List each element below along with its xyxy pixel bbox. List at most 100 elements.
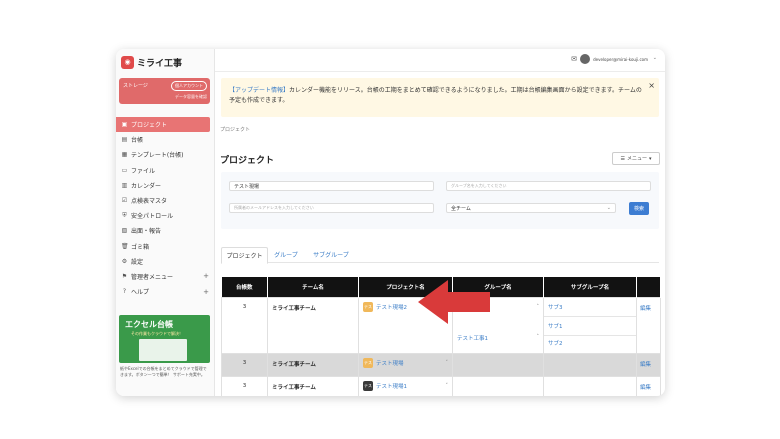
avatar[interactable] <box>580 54 590 64</box>
project-icon: ▣ <box>121 121 128 129</box>
expand-icon[interactable]: + <box>203 288 209 296</box>
subgroup-link[interactable]: サブ2 <box>548 341 563 347</box>
edit-link[interactable]: 編集 <box>640 385 651 391</box>
project-link[interactable]: テスト現場1 <box>376 382 407 390</box>
storage-sub[interactable]: データ容量を確認 <box>175 94 207 100</box>
sidebar-item-admin[interactable]: ⚑ 管理者メニュー + <box>116 269 214 284</box>
storage-label: ストレージ <box>123 83 148 89</box>
tab-bar: プロジェクト グループ サブグループ <box>221 247 659 264</box>
safety-icon: ⛨ <box>122 211 127 219</box>
chevron-down-icon: ⌄ <box>606 205 611 211</box>
promo-text: 紙やExcelでの台帳をまとめてクラウドで管理できます。ボタン一つで簡単！ サポ… <box>120 366 207 377</box>
sidebar-item-label: ゴミ箱 <box>131 243 150 251</box>
logo[interactable]: ◉ ミライ工事 <box>121 53 182 71</box>
menu-button[interactable]: ☰ メニュー ▾ <box>612 152 660 165</box>
project-tag: テス <box>363 302 373 312</box>
member-email-input[interactable]: 所属者のメールアドレスを入力してください <box>229 203 434 213</box>
col-header[interactable]: 台帳数 <box>221 277 268 298</box>
subgroup-cell: サブ3 サブ1 サブ2 <box>543 297 637 354</box>
banner-link[interactable]: 【アップデート情報】 <box>229 87 289 94</box>
tab-project[interactable]: プロジェクト <box>221 247 268 264</box>
banner-message: 【アップデート情報】カレンダー機能をリリース。台帳の工期をまとめて確認できるよう… <box>229 86 647 106</box>
cell-value: 3 <box>242 304 247 310</box>
team-cell: ミライ工事チーム <box>267 353 359 377</box>
sidebar-item-calendar[interactable]: ▥ カレンダー <box>116 178 214 193</box>
chevron-down-icon[interactable]: ˅ <box>446 360 449 366</box>
user-email[interactable]: developer@mirai-kouji.com <box>593 57 648 62</box>
menu-button-label: メニュー <box>626 156 647 162</box>
sidebar-item-safety[interactable]: ⛨ 安全パトロール <box>116 208 214 223</box>
project-tag: テス <box>363 381 373 391</box>
team-name: ミライ工事チーム <box>272 385 316 391</box>
team-cell: ミライ工事チーム <box>267 297 359 354</box>
search-button[interactable]: 検索 <box>629 202 649 215</box>
list-icon: ☰ <box>620 155 625 162</box>
sidebar-item-label: 点検表マスタ <box>131 198 168 206</box>
sidebar-item-report[interactable]: ▧ 出面・報告 <box>116 223 214 238</box>
app-window: ◉ ミライ工事 ストレージ 個人アカウント データ容量を確認 ▣ プロジェクト ▤… <box>116 49 665 396</box>
sidebar-item-label: カレンダー <box>131 182 162 190</box>
group-name-input[interactable]: グループ名を入力してください <box>446 181 651 191</box>
chevron-down-icon[interactable]: ⌄ <box>653 55 657 61</box>
gear-icon: ⚙ <box>121 257 128 265</box>
ledger-count: 3 <box>221 353 268 377</box>
mail-icon[interactable]: ✉ <box>571 55 577 63</box>
sidebar-item-label: テンプレート(台帳) <box>131 152 184 160</box>
group-cell <box>452 353 544 377</box>
col-header[interactable]: チーム名 <box>267 277 359 298</box>
promo-subtitle: その作業もクラウドで解決！ <box>131 331 183 336</box>
project-tag: テス <box>363 358 373 368</box>
project-link[interactable]: テスト現場 <box>376 359 404 367</box>
sidebar-item-label: ファイル <box>131 167 156 175</box>
sidebar-item-ledger[interactable]: ▤ 台帳 <box>116 132 214 147</box>
sidebar-item-checklist[interactable]: ☑ 点検表マスタ <box>116 193 214 208</box>
chevron-up-icon[interactable]: ˄ <box>537 304 540 310</box>
edit-cell: 編集 <box>636 376 661 396</box>
calendar-icon: ▥ <box>121 181 128 189</box>
ledger-count: 3 <box>221 376 268 396</box>
tab-subgroup[interactable]: サブグループ <box>307 247 355 262</box>
edit-cell: 編集 <box>636 353 661 377</box>
logo-icon: ◉ <box>121 55 134 69</box>
expand-icon[interactable]: + <box>203 272 209 280</box>
sidebar-item-label: 出面・報告 <box>131 228 162 236</box>
project-name-input[interactable]: テスト現場 <box>229 181 434 191</box>
subgroup-cell <box>543 376 637 396</box>
breadcrumb[interactable]: プロジェクト <box>220 126 250 133</box>
sidebar-item-help[interactable]: ? ヘルプ + <box>116 284 214 299</box>
close-icon[interactable]: × <box>648 81 655 90</box>
trash-icon: 🗑 <box>121 242 129 250</box>
tab-group[interactable]: グループ <box>269 247 303 262</box>
admin-icon: ⚑ <box>121 272 128 280</box>
team-select[interactable]: 全チーム ⌄ <box>446 203 616 213</box>
topbar: ✉ developer@mirai-kouji.com ⌄ <box>215 49 665 72</box>
ledger-count: 3 <box>221 297 268 354</box>
sidebar-item-label: 台帳 <box>131 137 144 145</box>
team-name: ミライ工事チーム <box>272 306 316 312</box>
sidebar-item-project[interactable]: ▣ プロジェクト <box>116 117 210 133</box>
edit-cell: 編集 <box>636 297 661 354</box>
promo-title: エクセル台帳 <box>125 320 173 329</box>
sidebar-item-settings[interactable]: ⚙ 設定 <box>116 254 214 269</box>
sidebar-item-file[interactable]: ▭ ファイル <box>116 163 214 178</box>
team-name: ミライ工事チーム <box>272 362 316 368</box>
chevron-down-icon[interactable]: ˅ <box>446 383 449 389</box>
storage-card: ストレージ 個人アカウント データ容量を確認 <box>119 78 210 104</box>
edit-link[interactable]: 編集 <box>640 306 651 312</box>
sidebar-item-label: 設定 <box>131 258 144 266</box>
template-icon: ▦ <box>121 151 128 159</box>
edit-link[interactable]: 編集 <box>640 362 651 368</box>
account-button[interactable]: 個人アカウント <box>171 81 207 91</box>
promo-banner[interactable]: エクセル台帳 その作業もクラウドで解決！ <box>119 315 210 363</box>
chevron-up-icon[interactable]: ˄ <box>537 334 540 340</box>
group-link[interactable]: テスト工事1 <box>457 336 488 342</box>
subgroup-link[interactable]: サブ1 <box>548 324 563 330</box>
col-header <box>636 277 661 298</box>
project-link[interactable]: テスト現場2 <box>376 303 407 311</box>
sidebar-item-trash[interactable]: 🗑 ゴミ箱 <box>116 239 214 254</box>
col-header[interactable]: サブグループ名 <box>543 277 637 298</box>
sidebar: ◉ ミライ工事 ストレージ 個人アカウント データ容量を確認 ▣ プロジェクト ▤… <box>116 49 215 396</box>
subgroup-link[interactable]: サブ3 <box>548 305 563 311</box>
sidebar-item-template[interactable]: ▦ テンプレート(台帳) <box>116 147 214 162</box>
annotation-arrow-icon <box>418 280 490 324</box>
